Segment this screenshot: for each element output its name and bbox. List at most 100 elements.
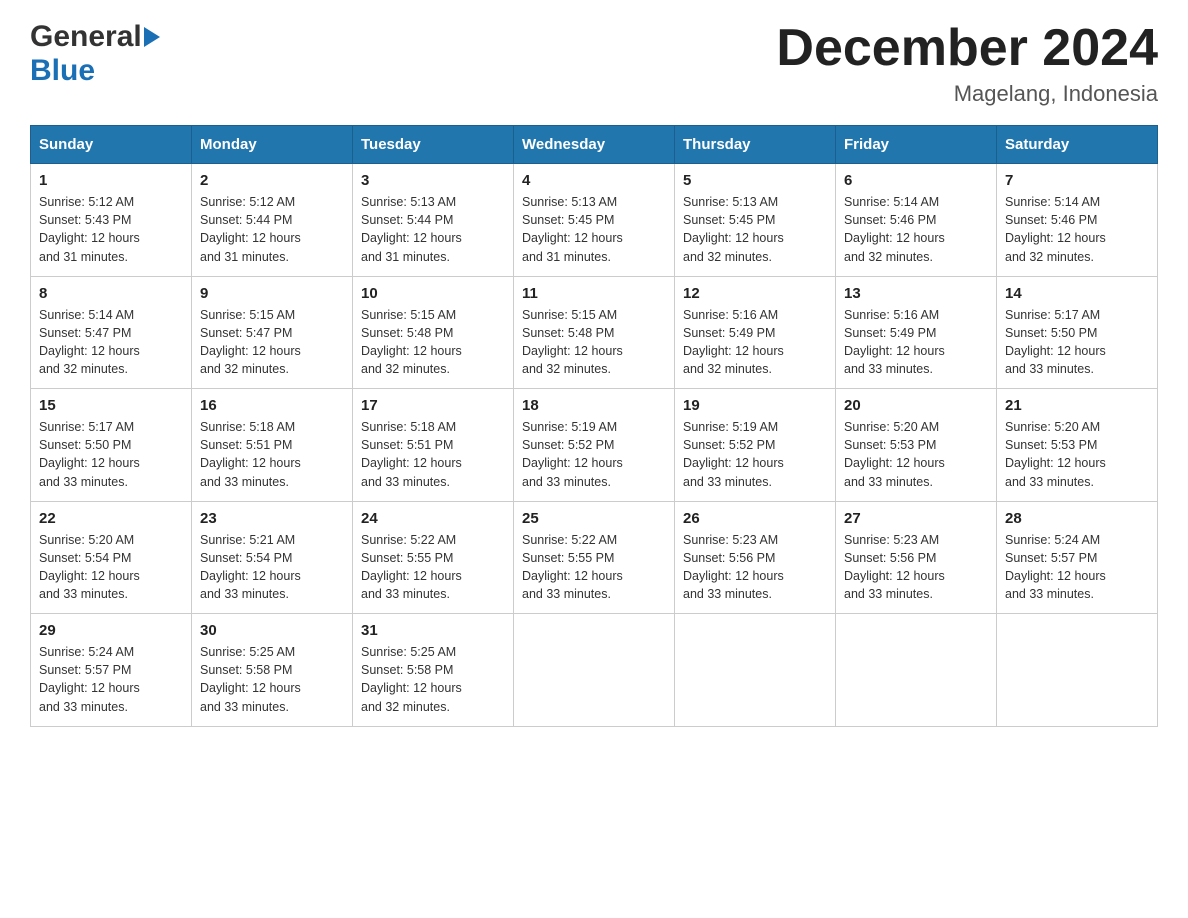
calendar-cell: 22 Sunrise: 5:20 AMSunset: 5:54 PMDaylig… <box>31 501 192 614</box>
day-info: Sunrise: 5:19 AMSunset: 5:52 PMDaylight:… <box>522 420 623 488</box>
calendar-cell: 26 Sunrise: 5:23 AMSunset: 5:56 PMDaylig… <box>675 501 836 614</box>
calendar-cell: 3 Sunrise: 5:13 AMSunset: 5:44 PMDayligh… <box>353 164 514 277</box>
day-number: 2 <box>200 172 344 189</box>
day-info: Sunrise: 5:16 AMSunset: 5:49 PMDaylight:… <box>844 308 945 376</box>
day-number: 9 <box>200 285 344 302</box>
calendar-cell: 14 Sunrise: 5:17 AMSunset: 5:50 PMDaylig… <box>997 276 1158 389</box>
day-number: 5 <box>683 172 827 189</box>
day-number: 15 <box>39 397 183 414</box>
day-info: Sunrise: 5:15 AMSunset: 5:48 PMDaylight:… <box>361 308 462 376</box>
day-info: Sunrise: 5:21 AMSunset: 5:54 PMDaylight:… <box>200 533 301 601</box>
calendar-cell <box>514 614 675 727</box>
calendar-cell: 12 Sunrise: 5:16 AMSunset: 5:49 PMDaylig… <box>675 276 836 389</box>
calendar-cell: 19 Sunrise: 5:19 AMSunset: 5:52 PMDaylig… <box>675 389 836 502</box>
calendar-cell: 15 Sunrise: 5:17 AMSunset: 5:50 PMDaylig… <box>31 389 192 502</box>
col-friday: Friday <box>836 126 997 164</box>
day-number: 11 <box>522 285 666 302</box>
day-info: Sunrise: 5:18 AMSunset: 5:51 PMDaylight:… <box>200 420 301 488</box>
day-number: 27 <box>844 510 988 527</box>
day-number: 26 <box>683 510 827 527</box>
calendar-cell: 17 Sunrise: 5:18 AMSunset: 5:51 PMDaylig… <box>353 389 514 502</box>
day-info: Sunrise: 5:17 AMSunset: 5:50 PMDaylight:… <box>1005 308 1106 376</box>
calendar-cell: 13 Sunrise: 5:16 AMSunset: 5:49 PMDaylig… <box>836 276 997 389</box>
day-info: Sunrise: 5:24 AMSunset: 5:57 PMDaylight:… <box>1005 533 1106 601</box>
day-info: Sunrise: 5:19 AMSunset: 5:52 PMDaylight:… <box>683 420 784 488</box>
calendar-cell <box>836 614 997 727</box>
col-wednesday: Wednesday <box>514 126 675 164</box>
calendar-week-row: 8 Sunrise: 5:14 AMSunset: 5:47 PMDayligh… <box>31 276 1158 389</box>
day-number: 7 <box>1005 172 1149 189</box>
day-info: Sunrise: 5:12 AMSunset: 5:44 PMDaylight:… <box>200 195 301 263</box>
logo-arrow-icon <box>144 27 160 47</box>
logo-general-text: General <box>30 20 142 54</box>
day-number: 16 <box>200 397 344 414</box>
calendar-cell: 27 Sunrise: 5:23 AMSunset: 5:56 PMDaylig… <box>836 501 997 614</box>
calendar-cell: 9 Sunrise: 5:15 AMSunset: 5:47 PMDayligh… <box>192 276 353 389</box>
day-number: 30 <box>200 622 344 639</box>
day-info: Sunrise: 5:13 AMSunset: 5:45 PMDaylight:… <box>683 195 784 263</box>
calendar-cell: 25 Sunrise: 5:22 AMSunset: 5:55 PMDaylig… <box>514 501 675 614</box>
calendar-cell: 31 Sunrise: 5:25 AMSunset: 5:58 PMDaylig… <box>353 614 514 727</box>
calendar-cell: 6 Sunrise: 5:14 AMSunset: 5:46 PMDayligh… <box>836 164 997 277</box>
day-number: 24 <box>361 510 505 527</box>
calendar-week-row: 15 Sunrise: 5:17 AMSunset: 5:50 PMDaylig… <box>31 389 1158 502</box>
calendar-cell: 2 Sunrise: 5:12 AMSunset: 5:44 PMDayligh… <box>192 164 353 277</box>
month-title: December 2024 <box>776 20 1158 77</box>
day-number: 28 <box>1005 510 1149 527</box>
calendar-cell: 21 Sunrise: 5:20 AMSunset: 5:53 PMDaylig… <box>997 389 1158 502</box>
day-number: 10 <box>361 285 505 302</box>
col-sunday: Sunday <box>31 126 192 164</box>
calendar-week-row: 29 Sunrise: 5:24 AMSunset: 5:57 PMDaylig… <box>31 614 1158 727</box>
calendar-cell: 1 Sunrise: 5:12 AMSunset: 5:43 PMDayligh… <box>31 164 192 277</box>
calendar-cell: 28 Sunrise: 5:24 AMSunset: 5:57 PMDaylig… <box>997 501 1158 614</box>
day-number: 23 <box>200 510 344 527</box>
day-info: Sunrise: 5:13 AMSunset: 5:45 PMDaylight:… <box>522 195 623 263</box>
day-info: Sunrise: 5:13 AMSunset: 5:44 PMDaylight:… <box>361 195 462 263</box>
day-info: Sunrise: 5:14 AMSunset: 5:46 PMDaylight:… <box>1005 195 1106 263</box>
logo-blue-text: Blue <box>30 54 95 87</box>
day-number: 31 <box>361 622 505 639</box>
day-info: Sunrise: 5:23 AMSunset: 5:56 PMDaylight:… <box>683 533 784 601</box>
day-number: 3 <box>361 172 505 189</box>
col-thursday: Thursday <box>675 126 836 164</box>
calendar-cell: 11 Sunrise: 5:15 AMSunset: 5:48 PMDaylig… <box>514 276 675 389</box>
calendar-cell: 29 Sunrise: 5:24 AMSunset: 5:57 PMDaylig… <box>31 614 192 727</box>
day-number: 12 <box>683 285 827 302</box>
calendar-cell: 30 Sunrise: 5:25 AMSunset: 5:58 PMDaylig… <box>192 614 353 727</box>
calendar-cell: 7 Sunrise: 5:14 AMSunset: 5:46 PMDayligh… <box>997 164 1158 277</box>
calendar-cell <box>675 614 836 727</box>
calendar-header-row: Sunday Monday Tuesday Wednesday Thursday… <box>31 126 1158 164</box>
calendar-week-row: 1 Sunrise: 5:12 AMSunset: 5:43 PMDayligh… <box>31 164 1158 277</box>
calendar-table: Sunday Monday Tuesday Wednesday Thursday… <box>30 125 1158 727</box>
col-tuesday: Tuesday <box>353 126 514 164</box>
day-number: 14 <box>1005 285 1149 302</box>
day-info: Sunrise: 5:15 AMSunset: 5:47 PMDaylight:… <box>200 308 301 376</box>
logo: General Blue <box>30 20 160 88</box>
calendar-cell <box>997 614 1158 727</box>
location-title: Magelang, Indonesia <box>776 81 1158 107</box>
day-info: Sunrise: 5:22 AMSunset: 5:55 PMDaylight:… <box>361 533 462 601</box>
calendar-cell: 8 Sunrise: 5:14 AMSunset: 5:47 PMDayligh… <box>31 276 192 389</box>
calendar-cell: 18 Sunrise: 5:19 AMSunset: 5:52 PMDaylig… <box>514 389 675 502</box>
day-info: Sunrise: 5:20 AMSunset: 5:54 PMDaylight:… <box>39 533 140 601</box>
day-info: Sunrise: 5:25 AMSunset: 5:58 PMDaylight:… <box>200 645 301 713</box>
day-info: Sunrise: 5:22 AMSunset: 5:55 PMDaylight:… <box>522 533 623 601</box>
day-info: Sunrise: 5:17 AMSunset: 5:50 PMDaylight:… <box>39 420 140 488</box>
day-info: Sunrise: 5:20 AMSunset: 5:53 PMDaylight:… <box>844 420 945 488</box>
calendar-cell: 20 Sunrise: 5:20 AMSunset: 5:53 PMDaylig… <box>836 389 997 502</box>
day-number: 29 <box>39 622 183 639</box>
day-info: Sunrise: 5:24 AMSunset: 5:57 PMDaylight:… <box>39 645 140 713</box>
day-info: Sunrise: 5:16 AMSunset: 5:49 PMDaylight:… <box>683 308 784 376</box>
calendar-cell: 16 Sunrise: 5:18 AMSunset: 5:51 PMDaylig… <box>192 389 353 502</box>
day-number: 19 <box>683 397 827 414</box>
col-saturday: Saturday <box>997 126 1158 164</box>
title-block: December 2024 Magelang, Indonesia <box>776 20 1158 107</box>
day-number: 17 <box>361 397 505 414</box>
calendar-cell: 4 Sunrise: 5:13 AMSunset: 5:45 PMDayligh… <box>514 164 675 277</box>
day-number: 8 <box>39 285 183 302</box>
day-info: Sunrise: 5:14 AMSunset: 5:46 PMDaylight:… <box>844 195 945 263</box>
day-info: Sunrise: 5:25 AMSunset: 5:58 PMDaylight:… <box>361 645 462 713</box>
page-header: General Blue December 2024 Magelang, Ind… <box>30 20 1158 107</box>
day-number: 20 <box>844 397 988 414</box>
day-info: Sunrise: 5:18 AMSunset: 5:51 PMDaylight:… <box>361 420 462 488</box>
